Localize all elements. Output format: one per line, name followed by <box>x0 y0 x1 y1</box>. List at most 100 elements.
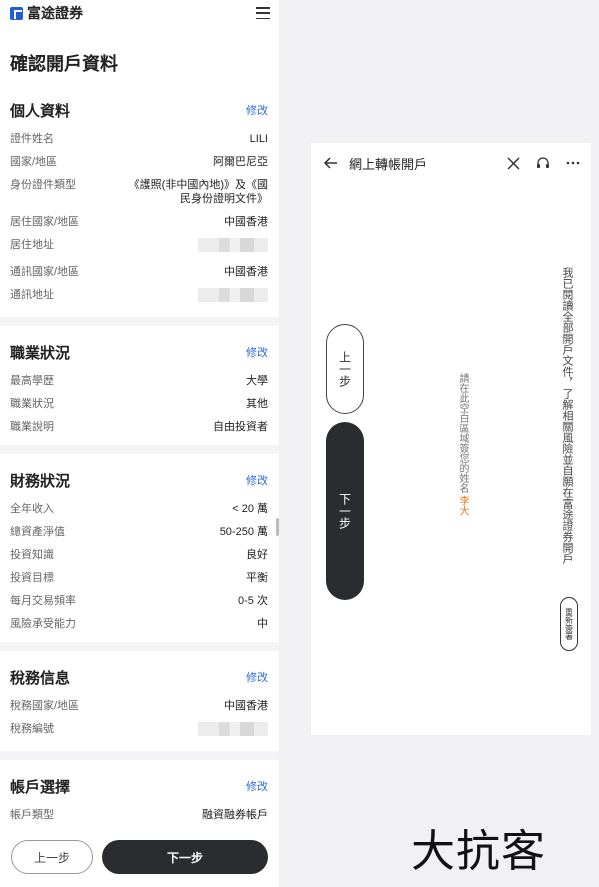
row-value: LILI <box>249 133 268 145</box>
brand-logo: 富途證券 <box>10 3 83 23</box>
info-section: 職業狀況 修改 最高學歷 大學 職業狀況 其他 職業說明 自由投資者 <box>0 342 279 434</box>
redacted-block <box>198 238 268 252</box>
agreement-statement: 我已閱讀全部開戶文件，了解相關風險並自願在富途證券開戶 <box>561 267 573 564</box>
info-row: 居住國家/地區 中國香港 <box>10 215 268 229</box>
edit-link[interactable]: 修改 <box>246 669 268 685</box>
info-section: 帳戶選擇 修改帳戶類型 融資融券帳戶 <box>0 776 279 822</box>
info-row: 投資目標 平衡 <box>10 571 268 585</box>
row-label: 最高學歷 <box>10 375 54 387</box>
row-value: 《護照(非中國內地)》及《國民身份證明文件》 <box>128 179 268 205</box>
resign-button[interactable]: 重新簽署 <box>560 597 578 651</box>
info-row: 風險承受能力 中 <box>10 617 268 631</box>
info-row: 每月交易頻率 0-5 次 <box>10 594 268 608</box>
row-value: 中國香港 <box>224 216 268 228</box>
section-title: 稅務信息 <box>10 669 71 687</box>
signature-screen: 網上轉帳開戶 我已閱讀全部開戶文件，了解相關風險並自願在富途證券開戶 重新簽署 … <box>311 143 591 735</box>
redacted-value <box>198 238 268 256</box>
section-title: 財務狀況 <box>10 472 71 490</box>
next-step-button[interactable]: 下一步 <box>102 840 268 874</box>
section-divider <box>0 751 279 760</box>
futu-logo-icon <box>10 6 23 20</box>
info-row: 職業狀況 其他 <box>10 397 268 411</box>
row-value: 其他 <box>246 398 268 410</box>
row-value: 0-5 次 <box>238 595 268 607</box>
row-label: 居住地址 <box>10 239 54 251</box>
row-value: 平衡 <box>246 572 268 584</box>
row-label: 通訊國家/地區 <box>10 266 80 278</box>
section-title: 帳戶選擇 <box>10 778 71 796</box>
watermark-text: 大抗客 <box>411 826 546 877</box>
row-label: 通訊地址 <box>10 289 54 301</box>
row-label: 每月交易頻率 <box>10 595 76 607</box>
info-row: 稅務國家/地區 中國香港 <box>10 699 268 713</box>
info-row: 總資產淨值 50-250 萬 <box>10 525 268 539</box>
section-header: 帳戶選擇 修改 <box>10 776 268 796</box>
row-value: 融資融券帳戶 <box>202 809 268 821</box>
close-icon[interactable] <box>505 155 521 171</box>
row-label: 職業狀況 <box>10 398 54 410</box>
menu-icon[interactable] <box>256 7 270 19</box>
info-row: 投資知識 良好 <box>10 548 268 562</box>
row-label: 帳戶類型 <box>10 809 54 821</box>
info-row: 職業說明 自由投資者 <box>10 420 268 434</box>
section-title: 個人資料 <box>10 102 71 120</box>
info-row: 最高學歷 大學 <box>10 374 268 388</box>
edit-link[interactable]: 修改 <box>246 102 268 118</box>
top-bar: 富途證券 <box>0 0 279 26</box>
phone-nav-bar: 網上轉帳開戶 <box>311 143 591 183</box>
row-value: < 20 萬 <box>232 503 268 515</box>
signature-name: 李大 <box>457 495 468 516</box>
info-row: 帳戶類型 融資融券帳戶 <box>10 808 268 822</box>
section-header: 財務狀況 修改 <box>10 470 268 490</box>
row-label: 職業說明 <box>10 421 54 433</box>
edit-link[interactable]: 修改 <box>246 472 268 488</box>
row-value: 良好 <box>246 549 268 561</box>
section-divider <box>0 445 279 454</box>
edit-link[interactable]: 修改 <box>246 344 268 360</box>
section-header: 稅務信息 修改 <box>10 667 268 687</box>
headset-icon[interactable] <box>535 155 551 171</box>
redacted-value <box>198 722 268 740</box>
row-label: 風險承受能力 <box>10 618 76 630</box>
page-title: 確認開戶資料 <box>10 54 118 74</box>
row-value: 中國香港 <box>224 266 268 278</box>
redacted-value <box>198 288 268 306</box>
info-row: 通訊國家/地區 中國香港 <box>10 265 268 279</box>
row-value: 阿爾巴尼亞 <box>213 156 268 168</box>
section-divider <box>0 317 279 326</box>
row-value: 中國香港 <box>224 700 268 712</box>
redacted-block <box>198 288 268 302</box>
account-review-panel: 富途證券 確認開戶資料 個人資料 修改 證件姓名 LILI 國家/地區 阿爾巴尼亞 身份證件… <box>0 0 279 887</box>
signature-hint: 請在此空白區域簽您的姓名 <box>457 373 468 493</box>
info-section: 稅務信息 修改稅務國家/地區 中國香港 稅務編號 <box>0 667 279 740</box>
section-header: 職業狀況 修改 <box>10 342 268 362</box>
row-value: 自由投資者 <box>213 421 268 433</box>
previous-step-button[interactable]: 上一步 <box>11 840 93 874</box>
row-label: 國家/地區 <box>10 156 58 168</box>
row-label: 居住國家/地區 <box>10 216 80 228</box>
signature-area[interactable]: 請在此空白區域簽您的姓名 李大 <box>455 373 470 516</box>
row-label: 總資產淨值 <box>10 526 65 538</box>
row-label: 投資目標 <box>10 572 54 584</box>
row-value: 50-250 萬 <box>219 526 268 538</box>
section-header: 個人資料 修改 <box>10 100 268 120</box>
scrollbar[interactable] <box>276 518 279 536</box>
info-row: 證件姓名 LILI <box>10 132 268 146</box>
section-divider <box>0 642 279 651</box>
row-label: 證件姓名 <box>10 133 54 145</box>
more-icon[interactable] <box>565 155 581 171</box>
info-section: 個人資料 修改 證件姓名 LILI 國家/地區 阿爾巴尼亞 身份證件類型 《護照(非中國內地)… <box>0 100 279 306</box>
edit-link[interactable]: 修改 <box>246 778 268 794</box>
phone-title: 網上轉帳開戶 <box>349 156 428 172</box>
info-section: 財務狀況 修改全年收入 < 20 萬總資產淨值 50-250 萬投資知識 良好投資目標 平… <box>0 470 279 631</box>
sections-container: 個人資料 修改 證件姓名 LILI 國家/地區 阿爾巴尼亞 身份證件類型 《護照(非中國內地)… <box>0 100 279 822</box>
back-arrow-icon[interactable] <box>323 155 339 171</box>
phone-previous-button[interactable]: 上一步 <box>326 324 364 414</box>
row-label: 投資知識 <box>10 549 54 561</box>
info-row: 國家/地區 阿爾巴尼亞 <box>10 155 268 169</box>
info-row: 稅務編號 <box>10 722 268 740</box>
row-label: 稅務編號 <box>10 723 54 735</box>
phone-next-button[interactable]: 下一步 <box>326 422 364 600</box>
brand-name: 富途證券 <box>27 5 83 21</box>
info-row: 全年收入 < 20 萬 <box>10 502 268 516</box>
